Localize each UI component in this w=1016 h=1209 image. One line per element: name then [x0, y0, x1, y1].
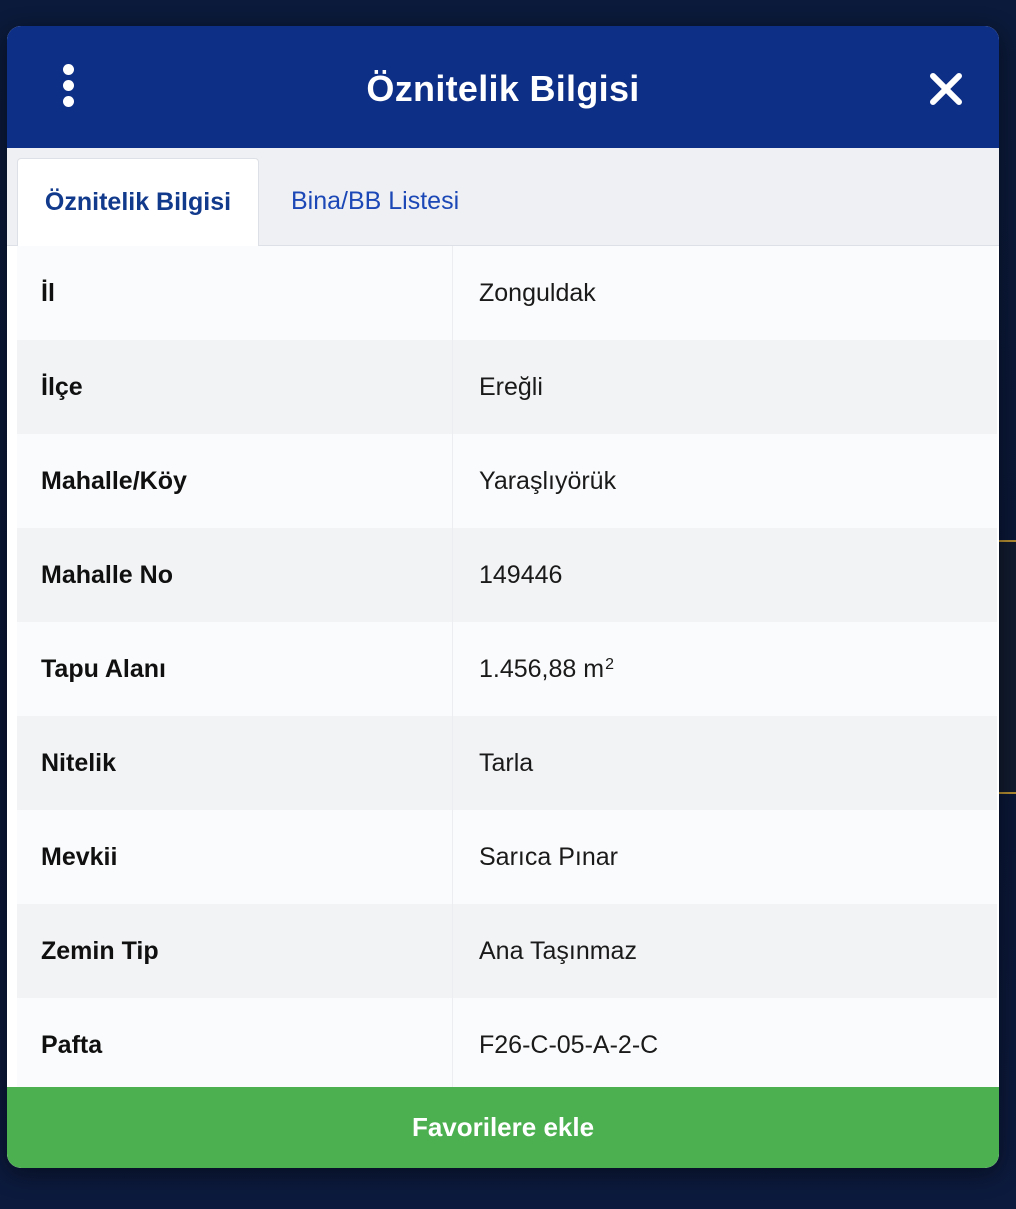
attribute-key: İlçe [17, 340, 453, 434]
attribute-value: Zonguldak [479, 278, 596, 307]
attribute-value: Tarla [479, 748, 534, 777]
attribute-key: İl [17, 246, 453, 340]
table-row: İlçe Ereğli [17, 340, 997, 434]
table-row: Mahalle No 149446 [17, 528, 997, 622]
attribute-table: İl Zonguldak İlçe Ereğli Mahalle/Köy Yar… [17, 246, 997, 1092]
table-row: Mevkii Sarıca Pınar [17, 810, 997, 904]
tab-bar: Öznitelik Bilgisi Bina/BB Listesi [7, 148, 999, 246]
attribute-key: Zemin Tip [17, 904, 453, 998]
area-value: 1.456,88 m [479, 654, 605, 683]
attribute-key: Mahalle/Köy [17, 434, 453, 528]
attribute-info-dialog: Öznitelik Bilgisi Öznitelik Bilgisi Bina… [7, 26, 999, 1168]
attribute-key: Mahalle No [17, 528, 453, 622]
attribute-value: Ana Taşınmaz [479, 936, 637, 965]
attribute-value: Yaraşlıyörük [479, 466, 617, 495]
table-row: Tapu Alanı 1.456,88 m2 [17, 622, 997, 716]
attribute-key: Nitelik [17, 716, 453, 810]
add-to-favorites-button[interactable]: Favorilere ekle [7, 1087, 999, 1168]
attribute-value: Sarıca Pınar [479, 842, 618, 871]
attribute-value: 149446 [479, 560, 563, 589]
dialog-header: Öznitelik Bilgisi [7, 26, 999, 148]
background-map-edge [996, 540, 1016, 794]
table-row: Mahalle/Köy Yaraşlıyörük [17, 434, 997, 528]
table-row: İl Zonguldak [17, 246, 997, 340]
dialog-title: Öznitelik Bilgisi [366, 68, 640, 109]
attribute-value: F26-C-05-A-2-C [479, 1030, 659, 1059]
attribute-value: Ereğli [479, 372, 543, 401]
tab-building-list[interactable]: Bina/BB Listesi [291, 158, 459, 245]
tab-attribute-info[interactable]: Öznitelik Bilgisi [17, 158, 259, 246]
attribute-key: Mevkii [17, 810, 453, 904]
attribute-key: Pafta [17, 998, 453, 1092]
close-icon[interactable] [927, 70, 965, 108]
area-unit-exponent: 2 [605, 656, 614, 673]
attribute-value: 1.456,88 m2 [453, 622, 614, 716]
table-row: Zemin Tip Ana Taşınmaz [17, 904, 997, 998]
table-row: Nitelik Tarla [17, 716, 997, 810]
table-row: Pafta F26-C-05-A-2-C [17, 998, 997, 1092]
attribute-key: Tapu Alanı [17, 622, 453, 716]
